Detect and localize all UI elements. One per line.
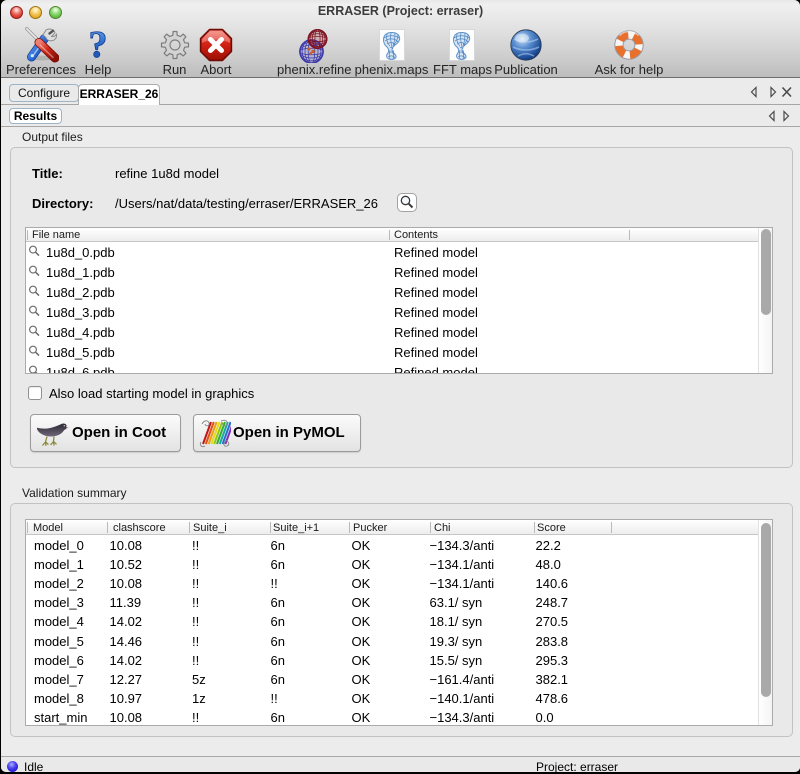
svg-text:?: ?	[89, 28, 108, 62]
